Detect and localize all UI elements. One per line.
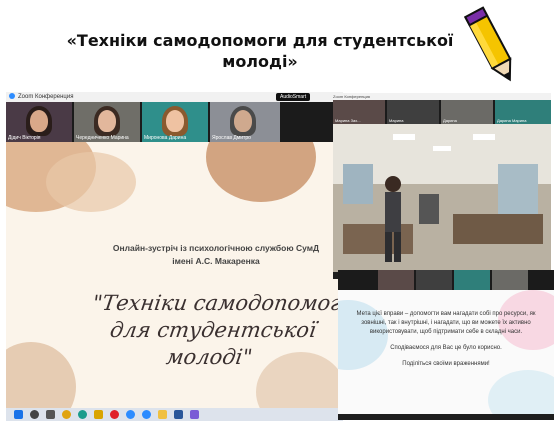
heading-line-1: «Техніки самодопомоги для студентської <box>66 31 454 50</box>
app-icon[interactable] <box>190 410 199 419</box>
explorer-icon[interactable] <box>94 410 103 419</box>
paragraph: Поділіться своїми враженнями! <box>402 361 490 367</box>
zoom-icon[interactable] <box>126 410 135 419</box>
speaker-video <box>333 124 551 272</box>
shared-slide: Онлайн-зустріч із психологічною службою … <box>6 142 343 408</box>
opera-icon[interactable] <box>110 410 119 419</box>
presentation-text: Мета цієї вправи – допомогти вам нагадат… <box>356 310 536 376</box>
window-title: Zoom Конференция <box>333 94 370 99</box>
participant-tile[interactable]: Дарина <box>441 100 493 124</box>
participant-tile[interactable]: Дідич Вікторія <box>6 102 72 142</box>
heading-line-2: молоді» <box>222 52 298 71</box>
participant-name: Миронова Дарина <box>144 135 187 141</box>
taskview-icon[interactable] <box>46 410 55 419</box>
meeting-controls[interactable] <box>338 414 554 420</box>
participant-strip: Дідич Вікторія Чередниченко Марина Мирон… <box>6 102 343 142</box>
edge-icon[interactable] <box>78 410 87 419</box>
slide-title: "Техніки самодопомог для студентської мо… <box>90 291 343 369</box>
participant-name: Дідич Вікторія <box>8 135 41 141</box>
participant-tile[interactable] <box>378 270 414 290</box>
participant-name: Чередниченко Марина <box>76 135 129 141</box>
zoom-secondary-window: Zoom Конференция Марина Зах... Марина Да… <box>333 93 551 279</box>
participant-tile[interactable]: Ярослав Дмитро <box>210 102 280 142</box>
paragraph: Сподіваємося для Вас це було корисно. <box>390 345 502 351</box>
window-titlebar: Zoom Конференция <box>333 93 551 100</box>
audio-badge: AudioSmart <box>276 93 311 101</box>
zoom-icon[interactable] <box>142 410 151 419</box>
zoom-main-window: Zoom Конференция Дідич Вікторія Череднич… <box>6 92 343 408</box>
participant-tile[interactable] <box>416 270 452 290</box>
window-title: Zoom Конференция <box>18 94 74 100</box>
participant-tile[interactable] <box>492 270 528 290</box>
participant-tile[interactable] <box>454 270 490 290</box>
participant-strip: Марина Зах... Марина Дарина Дарина Марин… <box>333 100 551 124</box>
participant-tile[interactable]: Марина <box>387 100 439 124</box>
participant-tile[interactable]: Чередниченко Марина <box>74 102 140 142</box>
windows-icon[interactable] <box>14 410 23 419</box>
participant-tile[interactable]: Миронова Дарина <box>142 102 208 142</box>
folder-icon[interactable] <box>158 410 167 419</box>
paragraph: Мета цієї вправи – допомогти вам нагадат… <box>356 311 536 335</box>
zoom-icon <box>9 93 15 100</box>
participant-name: Ярослав Дмитро <box>212 135 251 141</box>
slide-subtitle: Онлайн-зустріч із психологічною службою … <box>112 243 320 266</box>
search-icon[interactable] <box>30 410 39 419</box>
windows-taskbar <box>6 408 343 421</box>
word-icon[interactable] <box>174 410 183 419</box>
chrome-icon[interactable] <box>62 410 71 419</box>
presentation-window: Мета цієї вправи – допомогти вам нагадат… <box>338 270 554 420</box>
participant-tile[interactable]: Дарина Марина <box>495 100 551 124</box>
participant-strip <box>338 270 554 290</box>
pencil-icon <box>463 6 512 82</box>
room-scene <box>333 124 551 272</box>
page-heading: «Техніки самодопомоги для студентської м… <box>40 30 480 72</box>
participant-tile[interactable]: Марина Зах... <box>333 100 385 124</box>
